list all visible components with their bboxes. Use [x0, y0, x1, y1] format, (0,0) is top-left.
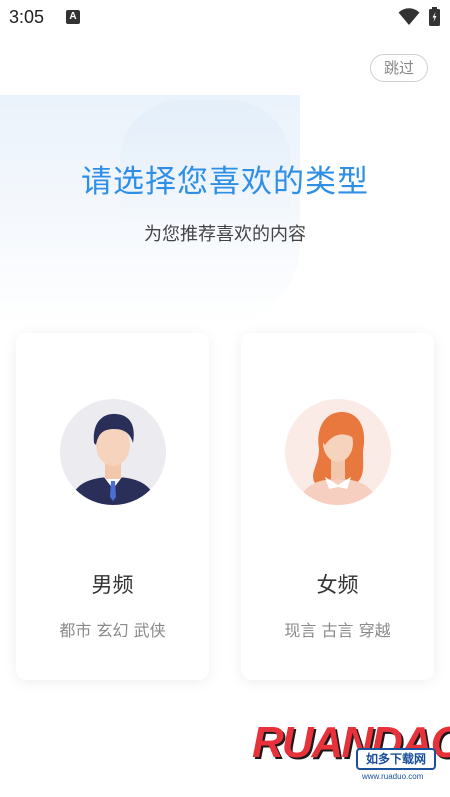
male-card-tags: 都市 玄幻 武侠 — [59, 621, 166, 640]
male-category-card[interactable]: 男频 都市 玄幻 武侠 — [16, 333, 209, 680]
battery-icon — [429, 7, 440, 26]
female-card-title: 女频 — [316, 573, 359, 597]
female-category-card[interactable]: 女频 现言 古言 穿越 — [241, 333, 434, 680]
wifi-icon — [398, 8, 420, 25]
female-card-tags: 现言 古言 穿越 — [284, 621, 391, 640]
watermark-logo: RUANDAO 如多下载网 www.ruaduo.com — [252, 714, 450, 790]
page-subtitle: 为您推荐喜欢的内容 — [144, 224, 306, 245]
watermark-url: www.ruaduo.com — [362, 772, 424, 781]
status-time: 3:05 — [9, 7, 45, 27]
page-title: 请选择您喜欢的类型 — [81, 164, 369, 200]
status-bar: 3:05 A — [0, 0, 450, 36]
male-avatar-icon — [60, 399, 166, 505]
female-avatar-icon — [285, 399, 391, 505]
watermark-badge: 如多下载网 — [356, 748, 436, 770]
male-card-title: 男频 — [91, 573, 134, 597]
notification-icon: A — [66, 10, 80, 24]
skip-button[interactable]: 跳过 — [370, 54, 428, 82]
